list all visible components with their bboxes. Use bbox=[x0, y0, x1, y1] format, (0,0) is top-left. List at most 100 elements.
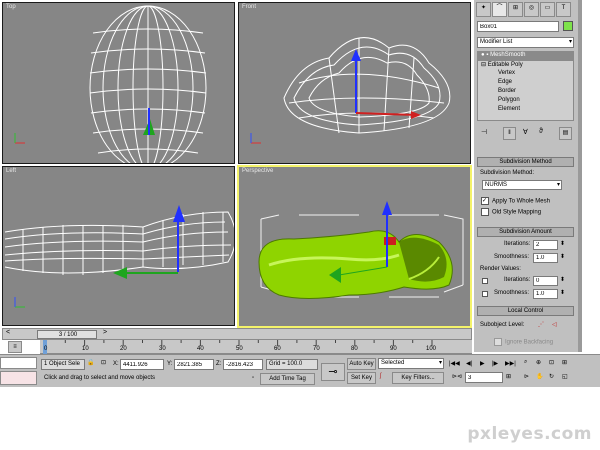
tick-label: 70 bbox=[313, 346, 320, 352]
rollout-local-control[interactable]: Local Control bbox=[477, 306, 574, 316]
render-iterations-checkbox[interactable] bbox=[482, 278, 488, 284]
stack-item-label: Border bbox=[498, 88, 517, 94]
scroll-right-icon[interactable]: > bbox=[103, 329, 107, 336]
key-filters-button[interactable]: Key Filters... bbox=[392, 372, 444, 384]
stack-item-editable-poly[interactable]: ⊟ Editable Poly bbox=[481, 61, 523, 68]
viewport-left[interactable]: Left bbox=[2, 166, 235, 326]
time-tag-icon[interactable]: ▫ bbox=[252, 375, 254, 381]
spinner-arrows-icon[interactable]: ⬍ bbox=[560, 276, 565, 283]
show-end-result-icon[interactable]: ‖ bbox=[503, 127, 516, 140]
make-unique-icon[interactable]: ∀ bbox=[523, 128, 528, 136]
z-coordinate-field[interactable] bbox=[223, 359, 263, 370]
stack-item-meshsmooth[interactable]: ● ▪ MeshSmooth bbox=[478, 52, 573, 61]
spinner-arrows-icon[interactable]: ⬍ bbox=[560, 253, 565, 260]
hierarchy-tab-icon[interactable]: ⊞ bbox=[508, 2, 523, 17]
configure-sets-icon[interactable]: ▤ bbox=[559, 127, 572, 140]
rollout-title: Subdivision Amount bbox=[499, 229, 552, 235]
render-iterations-spinner[interactable] bbox=[533, 276, 558, 286]
zoom-icon[interactable]: ⌕ bbox=[524, 359, 527, 366]
go-to-end-icon[interactable]: ▶▶| bbox=[505, 360, 516, 367]
arc-rotate-icon[interactable]: ↻ bbox=[549, 373, 554, 380]
x-coordinate-field[interactable] bbox=[120, 359, 164, 370]
stack-item-edge[interactable]: Edge bbox=[498, 79, 512, 85]
grid-size: Grid = 100.0 bbox=[266, 359, 318, 370]
checkbox-checked-icon: ✓ bbox=[481, 197, 489, 205]
iterations-spinner[interactable] bbox=[533, 240, 558, 250]
motion-tab-icon[interactable]: ◎ bbox=[524, 2, 539, 17]
rollout-subdivision-method[interactable]: Subdivision Method bbox=[477, 157, 574, 167]
object-name-field[interactable] bbox=[477, 21, 559, 32]
zoom-extents-all-icon[interactable]: ⊞ bbox=[562, 359, 567, 366]
panel-scrollbar[interactable] bbox=[578, 0, 582, 352]
subdivision-method-value: NURMS bbox=[485, 182, 507, 188]
frame-counter[interactable]: 3 / 100 bbox=[37, 330, 97, 339]
go-to-start-icon[interactable]: |◀◀ bbox=[449, 360, 460, 367]
field-of-view-icon[interactable]: ⊳ bbox=[524, 373, 529, 380]
selection-count: 1 Object Sele bbox=[41, 359, 85, 370]
zoom-extents-icon[interactable]: ⊡ bbox=[549, 359, 554, 366]
edge-subobject-icon[interactable]: ◁ bbox=[552, 321, 557, 328]
key-selection-value: Selected bbox=[381, 360, 405, 366]
tick-label: 90 bbox=[390, 346, 397, 352]
render-smoothness-spinner[interactable] bbox=[533, 289, 558, 299]
apply-whole-mesh-checkbox[interactable]: ✓ Apply To Whole Mesh bbox=[481, 197, 550, 205]
absolute-mode-icon[interactable]: ⊡ bbox=[101, 359, 106, 366]
tick-label: 50 bbox=[236, 346, 243, 352]
stack-item-polygon[interactable]: Polygon bbox=[498, 97, 520, 103]
spinner-arrows-icon[interactable]: ⬍ bbox=[560, 289, 565, 296]
modifier-list-label: Modifier List bbox=[480, 39, 513, 45]
trackbar-toggle-icon[interactable]: ≡ bbox=[8, 341, 22, 353]
next-frame-icon[interactable]: |▶ bbox=[492, 360, 498, 367]
object-color-swatch[interactable] bbox=[563, 21, 573, 31]
current-frame-field[interactable] bbox=[465, 372, 503, 383]
maxscript-listener[interactable] bbox=[0, 357, 37, 369]
smoothness-spinner[interactable] bbox=[533, 253, 558, 263]
perspective-render bbox=[258, 201, 464, 299]
display-tab-icon[interactable]: ▭ bbox=[540, 2, 555, 17]
maximize-viewport-icon[interactable]: ◱ bbox=[562, 373, 568, 380]
bulb-icon: ● ▪ bbox=[481, 52, 489, 58]
pin-stack-icon[interactable]: ⊣ bbox=[481, 128, 487, 136]
remove-modifier-icon[interactable]: ϑ bbox=[539, 128, 543, 135]
spinner-arrows-icon[interactable]: ⬍ bbox=[560, 240, 565, 247]
key-selection-dropdown[interactable]: Selected ▾ bbox=[378, 358, 444, 369]
zoom-all-icon[interactable]: ⊕ bbox=[536, 359, 541, 366]
play-icon[interactable]: ▶ bbox=[480, 360, 485, 367]
maxscript-output[interactable] bbox=[0, 371, 37, 385]
subdivision-method-dropdown[interactable]: NURMS ▾ bbox=[482, 180, 562, 190]
time-slider[interactable]: < 3 / 100 > bbox=[2, 328, 472, 340]
modifier-list-dropdown[interactable]: Modifier List ▾ bbox=[477, 37, 574, 48]
add-time-tag-button[interactable]: Add Time Tag bbox=[260, 373, 315, 385]
auto-key-button[interactable]: Auto Key bbox=[347, 358, 376, 370]
viewport-perspective[interactable]: Perspective bbox=[237, 165, 472, 328]
set-key-button[interactable]: Set Key bbox=[347, 372, 376, 384]
top-wireframe bbox=[14, 5, 207, 163]
stack-item-border[interactable]: Border bbox=[498, 88, 516, 94]
scroll-left-icon[interactable]: < bbox=[6, 329, 10, 336]
key-mode-toggle-icon[interactable]: ⊳⊲ bbox=[452, 373, 462, 380]
grid-size-label: Grid = 100.0 bbox=[269, 361, 303, 367]
previous-frame-icon[interactable]: ◀| bbox=[466, 360, 472, 367]
time-configuration-icon[interactable]: ⊞ bbox=[506, 373, 511, 380]
pan-icon[interactable]: ✋ bbox=[536, 373, 543, 380]
old-style-mapping-checkbox[interactable]: Old Style Mapping bbox=[481, 208, 541, 216]
watermark-text: pxleyes.com bbox=[467, 424, 592, 444]
lock-selection-icon[interactable]: 🔒 bbox=[87, 359, 94, 366]
viewport-top[interactable]: Top bbox=[2, 2, 235, 164]
render-smoothness-checkbox[interactable] bbox=[482, 291, 488, 297]
iterations-label: Iterations: bbox=[504, 241, 531, 247]
y-coordinate-field[interactable] bbox=[174, 359, 214, 370]
viewport-front[interactable]: Front bbox=[238, 2, 471, 164]
set-key-large-icon[interactable]: ⊸ bbox=[321, 363, 345, 381]
rollout-subdivision-amount[interactable]: Subdivision Amount bbox=[477, 227, 574, 237]
stack-item-vertex[interactable]: Vertex bbox=[498, 70, 515, 76]
modify-tab-icon[interactable]: ⌒ bbox=[492, 2, 507, 17]
render-iterations-label: Iterations: bbox=[504, 277, 531, 283]
vertex-subobject-icon[interactable]: ⋰ bbox=[538, 321, 544, 328]
create-tab-icon[interactable]: ✦ bbox=[476, 2, 491, 17]
utilities-tab-icon[interactable]: T bbox=[556, 2, 571, 17]
key-mode-icon[interactable]: ʃ bbox=[380, 373, 381, 379]
selection-count-label: 1 Object Sele bbox=[44, 361, 81, 367]
stack-item-element[interactable]: Element bbox=[498, 106, 520, 112]
ignore-backfacing-checkbox[interactable]: Ignore Backfacing bbox=[494, 338, 553, 346]
